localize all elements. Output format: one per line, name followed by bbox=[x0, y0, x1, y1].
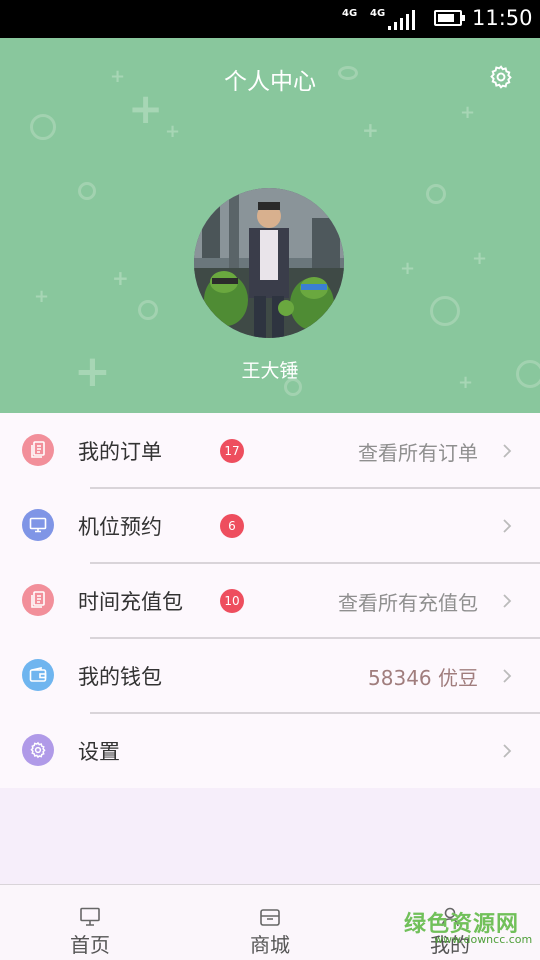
menu-item-label: 设置 bbox=[78, 740, 120, 764]
menu-item-wallet[interactable]: 我的钱包 58346 优豆 bbox=[0, 638, 540, 713]
decor-plus-icon: + bbox=[472, 248, 488, 269]
count-badge: 6 bbox=[220, 514, 244, 538]
network-type-1: 4G bbox=[342, 8, 358, 19]
document-icon bbox=[22, 584, 54, 616]
wallet-icon bbox=[22, 659, 54, 691]
store-icon bbox=[260, 909, 280, 926]
count-badge: 10 bbox=[220, 589, 244, 613]
battery-icon bbox=[434, 10, 465, 26]
menu-item-settings[interactable]: 设置 bbox=[0, 713, 540, 788]
tab-label: 商城 bbox=[250, 933, 290, 957]
decor-plus-icon: + bbox=[165, 121, 181, 142]
gear-icon bbox=[22, 734, 54, 766]
watermark: 绿色资源网 www.downcc.com bbox=[404, 906, 536, 956]
chevron-right-icon bbox=[503, 744, 512, 758]
avatar[interactable] bbox=[194, 188, 344, 338]
monitor-icon bbox=[80, 907, 100, 926]
decor-circle-icon bbox=[78, 182, 96, 200]
menu-item-detail: 查看所有充值包 bbox=[338, 591, 478, 615]
chevron-right-icon bbox=[503, 444, 512, 458]
chevron-right-icon bbox=[503, 519, 512, 533]
gear-icon[interactable] bbox=[488, 64, 514, 90]
menu-item-label: 时间充值包 bbox=[78, 590, 183, 614]
menu-item-label: 我的订单 bbox=[78, 440, 162, 464]
decor-circle-icon bbox=[426, 184, 446, 204]
chevron-right-icon bbox=[503, 594, 512, 608]
username[interactable]: 王大锤 bbox=[0, 356, 540, 383]
decor-circle-icon bbox=[138, 300, 158, 320]
status-time: 11:50 bbox=[472, 6, 533, 30]
decor-circle-icon bbox=[30, 114, 56, 140]
network-type-2: 4G bbox=[370, 8, 386, 19]
status-bar: 4G 4G 11:50 bbox=[0, 0, 540, 38]
tab-store[interactable]: 商城 bbox=[200, 885, 340, 960]
decor-plus-icon: + bbox=[460, 102, 476, 123]
watermark-url: www.downcc.com bbox=[434, 933, 533, 946]
decor-plus-icon: + bbox=[112, 266, 129, 290]
menu-item-detail: 查看所有订单 bbox=[358, 441, 478, 465]
decor-plus-icon: + bbox=[34, 286, 50, 307]
tab-home[interactable]: 首页 bbox=[20, 885, 160, 960]
chevron-right-icon bbox=[503, 669, 512, 683]
menu-item-label: 我的钱包 bbox=[78, 665, 162, 689]
tab-label: 首页 bbox=[70, 933, 110, 957]
decor-circle-icon bbox=[430, 296, 460, 326]
page-title: 个人中心 bbox=[224, 69, 316, 95]
menu-item-time-packages[interactable]: 时间充值包 10 查看所有充值包 bbox=[0, 563, 540, 638]
signal-icon bbox=[388, 10, 415, 30]
wallet-balance: 58346 优豆 bbox=[368, 666, 478, 690]
profile-header: + + + + + + + + + + + 个人中心 王大锤 bbox=[0, 38, 540, 413]
count-badge: 17 bbox=[220, 439, 244, 463]
monitor-icon bbox=[22, 509, 54, 541]
decor-plus-icon: + bbox=[362, 118, 379, 142]
menu-item-seat-booking[interactable]: 机位预约 6 bbox=[0, 488, 540, 563]
document-icon bbox=[22, 434, 54, 466]
menu-item-label: 机位预约 bbox=[78, 515, 162, 539]
decor-plus-icon: + bbox=[400, 258, 416, 279]
menu-item-orders[interactable]: 我的订单 17 查看所有订单 bbox=[0, 413, 540, 488]
menu-list: 我的订单 17 查看所有订单 机位预约 6 时间充值包 10 查看所有充值包 我… bbox=[0, 413, 540, 788]
